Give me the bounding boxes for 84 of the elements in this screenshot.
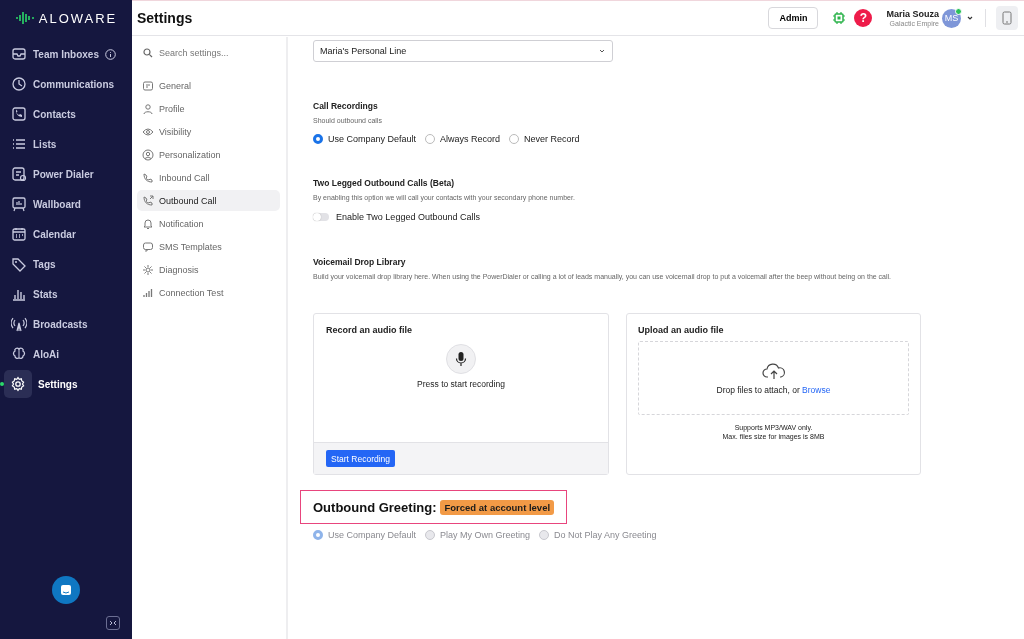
radio-button[interactable] bbox=[425, 134, 436, 144]
card-title: Record an audio file bbox=[326, 325, 413, 335]
sidebar-item[interactable]: Communications bbox=[4, 70, 128, 98]
board-icon bbox=[11, 196, 27, 212]
gear-icon bbox=[10, 376, 26, 392]
sidebar-item[interactable]: Tags bbox=[4, 250, 128, 278]
sidebar-item[interactable]: Settings bbox=[4, 370, 128, 398]
chip-icon bbox=[832, 11, 847, 25]
record-button[interactable] bbox=[446, 344, 476, 374]
sidebar-item[interactable]: Broadcasts bbox=[4, 310, 128, 338]
logo-icon bbox=[14, 10, 35, 26]
phone-icon bbox=[142, 171, 154, 184]
cloud-upload-icon bbox=[761, 361, 786, 380]
settings-nav-item[interactable]: SMS Templates bbox=[137, 236, 280, 257]
section-title: Call Recordings bbox=[313, 101, 379, 111]
search-icon bbox=[143, 48, 153, 58]
settings-nav-item[interactable]: Inbound Call bbox=[137, 167, 280, 188]
sidebar-item[interactable]: AloAi bbox=[4, 340, 128, 368]
page-title: Settings bbox=[137, 10, 193, 26]
toggle-switch[interactable] bbox=[313, 213, 329, 221]
settings-nav-item[interactable]: Connection Test bbox=[137, 282, 280, 303]
settings-nav-item[interactable]: Profile bbox=[137, 98, 280, 119]
person-icon bbox=[142, 102, 154, 115]
signal-bars-icon bbox=[142, 286, 154, 299]
status-badge: Forced at account level bbox=[440, 500, 555, 515]
settings-nav-item[interactable]: Notification bbox=[137, 213, 280, 234]
settings-nav-item[interactable]: Diagnosis bbox=[137, 259, 280, 280]
settings-icon bbox=[142, 263, 154, 276]
settings-nav-item[interactable]: Outbound Call bbox=[137, 190, 280, 211]
active-indicator bbox=[0, 382, 4, 386]
tag-icon bbox=[11, 256, 27, 272]
collapse-icon bbox=[108, 619, 118, 627]
radio-option[interactable]: Always Record bbox=[425, 134, 501, 144]
browse-link[interactable]: Browse bbox=[802, 384, 831, 395]
user-circle-icon bbox=[142, 148, 154, 161]
message-icon bbox=[142, 240, 154, 253]
radio-option[interactable]: Never Record bbox=[509, 134, 580, 144]
chat-button[interactable] bbox=[52, 576, 80, 604]
collapse-button[interactable] bbox=[106, 616, 120, 630]
phone-icon bbox=[142, 194, 154, 207]
section-title: Voicemail Drop Library bbox=[313, 257, 407, 267]
admin-button[interactable]: Admin bbox=[768, 7, 819, 29]
search-field[interactable]: Search settings... bbox=[159, 48, 279, 58]
record-hint: Press to start recording bbox=[416, 379, 506, 389]
help-button[interactable]: ? bbox=[854, 9, 873, 27]
user-name: Maria Souza bbox=[886, 9, 939, 19]
drop-instructions: Drop files to attach, or Browse bbox=[716, 384, 831, 395]
greeting-title: Outbound Greeting: bbox=[313, 500, 437, 515]
radio-button[interactable] bbox=[509, 134, 520, 144]
file-drop-zone[interactable]: Drop files to attach, or Browse bbox=[638, 341, 909, 415]
sidebar-item[interactable]: Contacts bbox=[4, 100, 128, 128]
sidebar-item[interactable]: Power Dialer bbox=[4, 160, 128, 188]
section-title: Two Legged Outbound Calls (Beta) bbox=[313, 178, 456, 188]
calendar-icon bbox=[11, 226, 27, 242]
bell-icon bbox=[142, 217, 154, 230]
sidebar-item[interactable]: Team Inboxes bbox=[4, 40, 128, 68]
inbox-icon bbox=[11, 46, 27, 62]
toggle-option[interactable]: Enable Two Legged Outbound Calls bbox=[313, 212, 480, 222]
sidebar-item[interactable]: Wallboard bbox=[4, 190, 128, 218]
sidebar-item[interactable]: Lists bbox=[4, 130, 128, 158]
chat-icon bbox=[60, 584, 72, 596]
settings-nav-item[interactable]: Visibility bbox=[137, 121, 280, 142]
list-icon bbox=[11, 136, 27, 152]
doc-icon bbox=[142, 79, 154, 92]
phone-icon bbox=[11, 106, 27, 122]
line-select[interactable]: Maria's Personal Line bbox=[313, 40, 613, 62]
settings-nav-item[interactable]: Personalization bbox=[137, 144, 280, 165]
start-recording-button[interactable]: Start Recording bbox=[326, 450, 396, 467]
sidebar-item[interactable]: Calendar bbox=[4, 220, 128, 248]
microphone-icon bbox=[455, 351, 467, 367]
brand-name: ALOWARE bbox=[38, 10, 118, 26]
dialer-icon bbox=[11, 166, 27, 182]
card-title: Upload an audio file bbox=[638, 325, 725, 335]
radio-button[interactable] bbox=[313, 134, 323, 144]
chevron-down-icon bbox=[598, 47, 606, 55]
brain-icon bbox=[11, 346, 27, 362]
settings-nav-item[interactable]: General bbox=[137, 75, 280, 96]
radio-option[interactable]: Use Company Default bbox=[313, 134, 417, 144]
eye-icon bbox=[142, 125, 154, 138]
mobile-phone-icon bbox=[1002, 11, 1012, 25]
antenna-icon bbox=[11, 316, 27, 332]
clock-icon bbox=[11, 76, 27, 92]
phone-button[interactable] bbox=[996, 6, 1018, 30]
sidebar-item[interactable]: Stats bbox=[4, 280, 128, 308]
